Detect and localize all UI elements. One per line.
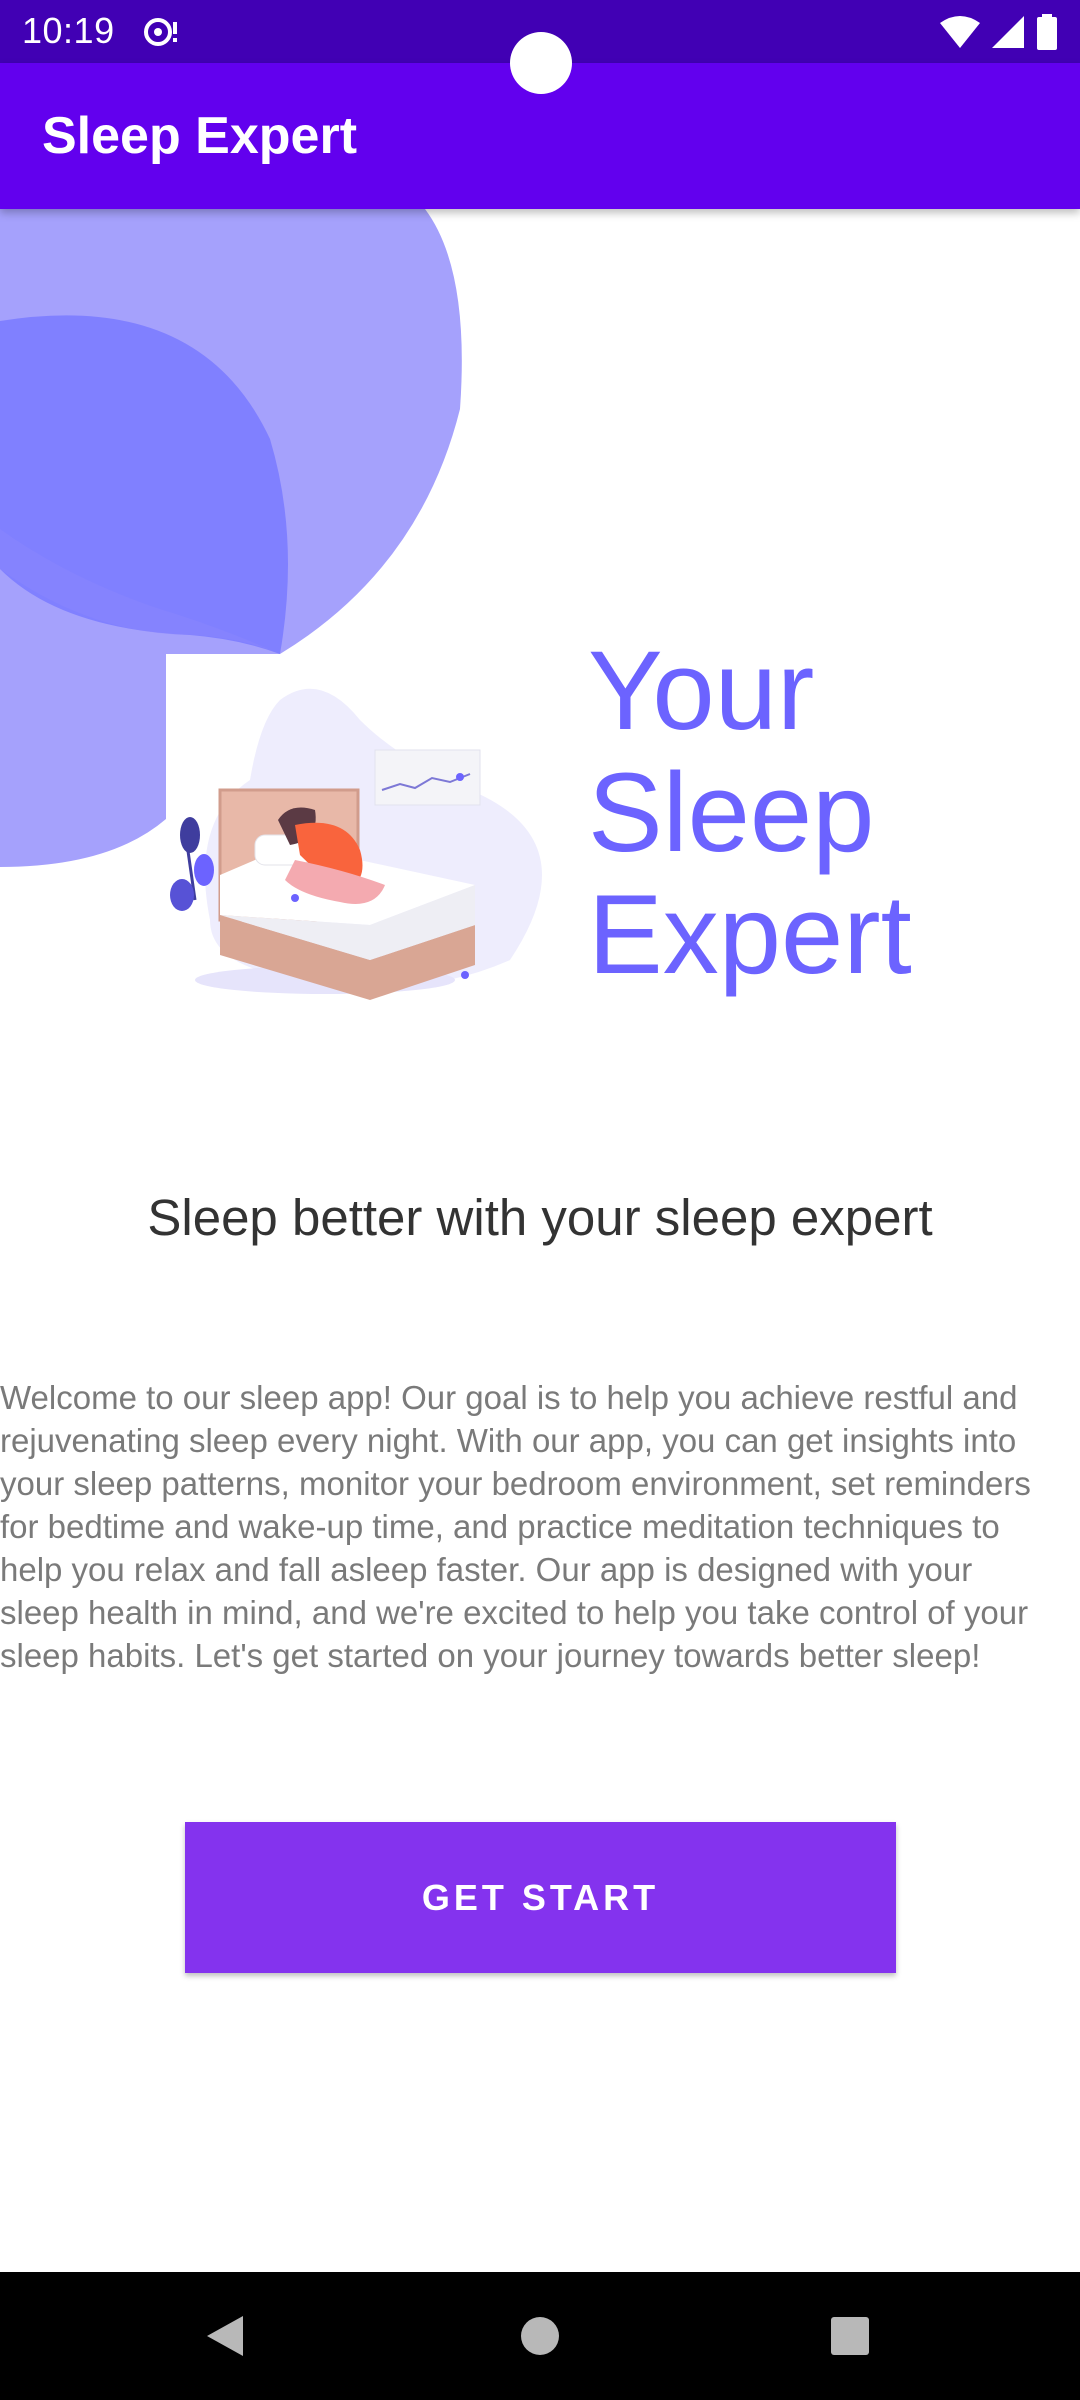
recents-square-icon [831,2317,869,2355]
hero-title-line-1: Your [588,628,815,753]
camera-cutout [510,32,572,94]
app-title: Sleep Expert [42,107,358,165]
wifi-icon [940,16,980,48]
battery-icon [1037,14,1057,50]
status-time: 10:19 [22,10,115,51]
description-text: Welcome to our sleep app! Our goal is to… [0,1379,1031,1674]
cellular-signal-icon [992,16,1024,48]
hero-title-line-3: Expert [588,872,912,997]
person-sleeping-in-bed-illustration [170,688,542,1000]
nav-back-button[interactable] [185,2296,265,2376]
navigation-bar [0,2272,1080,2400]
hero-title: Your Sleep Expert [588,630,1048,996]
nav-home-button[interactable] [500,2296,580,2376]
hero-title-line-2: Sleep [588,750,875,875]
get-start-button[interactable]: GET START [185,1822,896,1973]
subtitle: Sleep better with your sleep expert [147,1189,933,1246]
status-icons [940,12,1058,52]
screen: 10:19 Sleep Expert Your Sleep Expert Sle… [0,0,1080,2400]
back-triangle-icon [207,2316,243,2356]
sync-alert-icon [144,18,177,46]
home-circle-icon [521,2317,559,2355]
nav-recents-button[interactable] [810,2296,890,2376]
